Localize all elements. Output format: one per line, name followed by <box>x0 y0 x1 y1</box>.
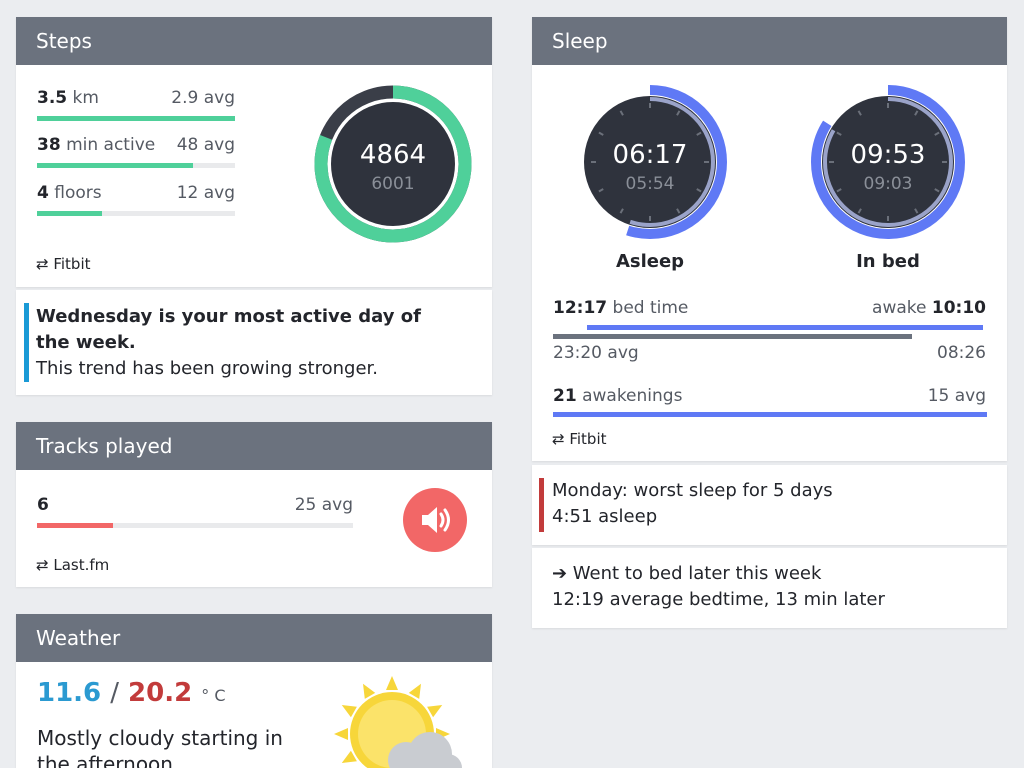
bedtime-row: 12:17 bed time awake 10:10 <box>553 298 986 318</box>
tracks-value: 6 <box>37 495 49 515</box>
active-avg: 48 avg <box>176 135 235 155</box>
distance-value: 3.5 <box>37 88 68 108</box>
distance-bar <box>37 116 235 121</box>
sleep-source-link[interactable]: ⇄ Fitbit <box>552 430 607 448</box>
weather-card-title: Weather <box>16 614 492 662</box>
tracks-card-title: Tracks played <box>16 422 492 470</box>
sleep-insight-2-line2: 12:19 average bedtime, 13 min later <box>552 589 885 610</box>
asleep-time: 06:17 <box>612 140 688 170</box>
temp-high: 20.2 <box>128 678 193 708</box>
active-value: 38 <box>37 135 61 155</box>
distance-unit: km <box>72 88 99 108</box>
tracks-card: Tracks played 6 25 avg ⇄ Last.fm <box>16 422 492 587</box>
inbed-label: In bed <box>856 251 920 272</box>
floors-avg: 12 avg <box>176 183 235 203</box>
steps-insight-card: Wednesday is your most active day of the… <box>16 290 492 395</box>
inbed-avg: 09:03 <box>863 174 913 194</box>
sleep-insight-bedtime: ➔ Went to bed later this week 12:19 aver… <box>532 548 1007 628</box>
temp-unit: ° C <box>201 686 226 705</box>
steps-goal: 6001 <box>371 174 415 194</box>
bedtime-avg-bar <box>553 334 912 339</box>
temp-low: 11.6 <box>37 678 102 708</box>
awakenings-bar <box>553 412 987 417</box>
tracks-row: 6 25 avg <box>37 495 353 529</box>
inbed-time: 09:53 <box>850 140 926 170</box>
sleep-insight-worst: Monday: worst sleep for 5 days 4:51 asle… <box>532 465 1007 545</box>
floors-value: 4 <box>37 183 49 203</box>
sleep-insight-2-line1: ➔ Went to bed later this week <box>552 563 822 584</box>
bed-avg: 23:20 avg <box>553 343 639 363</box>
steps-active-row: 38 min active 48 avg <box>37 135 235 169</box>
awake-avg: 08:26 <box>937 343 986 363</box>
bedtime-label: bed time <box>612 298 689 318</box>
asleep-label: Asleep <box>615 251 685 272</box>
floors-bar <box>37 211 235 216</box>
speaker-icon[interactable] <box>403 488 467 552</box>
steps-gauge: 4864 6001 <box>313 84 473 244</box>
bedtime-bar <box>587 325 983 330</box>
insight-detail: This trend has been growing stronger. <box>36 358 378 379</box>
sleep-insight-stripe <box>539 478 544 532</box>
partly-cloudy-icon <box>334 676 462 768</box>
steps-distance-row: 3.5 km 2.9 avg <box>37 88 235 122</box>
active-unit: min active <box>66 135 156 155</box>
bedtime-value: 12:17 <box>553 298 608 318</box>
temperature-range: 11.6 / 20.2 ° C <box>37 678 226 708</box>
active-bar <box>37 163 235 168</box>
distance-bar-fill <box>37 116 235 121</box>
floors-unit: floors <box>54 183 102 203</box>
awakenings-row: 21 awakenings 15 avg <box>553 386 986 406</box>
weather-card: Weather 11.6 / 20.2 ° C Mostly cloudy st… <box>16 614 492 768</box>
sleep-insight-1-line1: Monday: worst sleep for 5 days <box>552 480 833 501</box>
active-bar-fill <box>37 163 194 168</box>
insight-headline: Wednesday is your most active day of the… <box>36 306 421 353</box>
awakenings-value: 21 <box>553 386 577 406</box>
awakenings-avg: 15 avg <box>927 386 986 406</box>
steps-card-title: Steps <box>16 17 492 65</box>
tracks-source-link[interactable]: ⇄ Last.fm <box>36 556 109 574</box>
temp-separator: / <box>110 678 119 708</box>
floors-bar-fill <box>37 211 103 216</box>
steps-card: Steps 3.5 km 2.9 avg 38 min active 48 av… <box>16 17 492 287</box>
asleep-gauge: 06:17 05:54 <box>570 82 730 242</box>
awake-label: awake <box>872 298 927 318</box>
steps-count: 4864 <box>359 140 427 170</box>
tracks-avg: 25 avg <box>294 495 353 515</box>
tracks-bar <box>37 523 353 528</box>
distance-avg: 2.9 avg <box>171 88 235 108</box>
tracks-bar-fill <box>37 523 113 528</box>
awake-value: 10:10 <box>931 298 986 318</box>
bedtime-avg-row: 23:20 avg 08:26 <box>553 343 986 363</box>
asleep-avg: 05:54 <box>625 174 675 194</box>
steps-floors-row: 4 floors 12 avg <box>37 183 235 217</box>
sleep-card: Sleep 06:17 05:54 Asleep 09:53 09:03 In … <box>532 17 1007 461</box>
sleep-insight-1-line2: 4:51 asleep <box>552 506 658 527</box>
sleep-card-title: Sleep <box>532 17 1007 65</box>
inbed-gauge: 09:53 09:03 <box>808 82 968 242</box>
steps-source-link[interactable]: ⇄ Fitbit <box>36 255 91 273</box>
weather-summary: Mostly cloudy starting in the afternoon. <box>37 726 283 768</box>
insight-stripe <box>24 303 29 382</box>
awakenings-label: awakenings <box>582 386 683 406</box>
